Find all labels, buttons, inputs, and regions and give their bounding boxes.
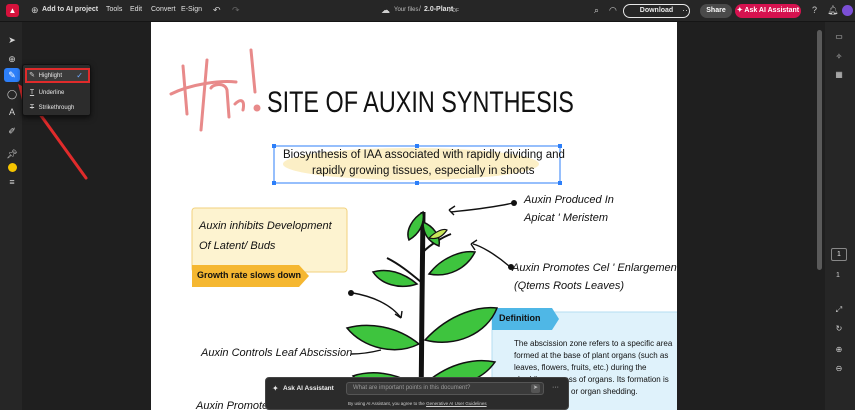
definition-label: Definition [499,313,541,323]
breadcrumb-your-files[interactable]: Your files [394,7,418,13]
highlighter-icon: ✎ [29,72,35,79]
menu-item-underline[interactable]: T Underline [27,86,89,99]
menu-item-strikethrough[interactable]: T Strikethrough [27,101,89,114]
checkmark-icon: ✓ [76,71,83,80]
ai-guidelines-link[interactable]: Generative AI User Guidelines [426,401,487,406]
redo-icon[interactable]: ↷ [232,5,240,15]
comments-icon[interactable]: ▭ [829,32,849,41]
ai-more-icon[interactable]: ··· [552,384,559,391]
definition-line-3: leaves, flowers, fruits, etc.) during th… [514,363,647,372]
fit-page-icon[interactable]: ⤢ [829,305,849,315]
zoom-in-icon[interactable]: ⊕ [829,345,849,354]
notifications-icon[interactable]: 🔔︎ [827,5,838,15]
more-options-icon[interactable]: ··· [682,5,691,15]
ai-question-placeholder: What are important points in this docume… [353,385,471,391]
growth-rate-text: Growth rate slows down [197,270,302,280]
menu-item-label: Underline [38,90,65,96]
definition-line-2: formed at the base of plant organs (such… [514,351,669,360]
cloud-icon: ☁ [381,5,390,15]
menu-edit[interactable]: Edit [130,6,142,13]
menu-esign[interactable]: E-Sign [181,6,202,13]
subtitle-line-2[interactable]: rapidly growing tissues, especially in s… [312,165,534,177]
avatar[interactable] [842,5,853,16]
inhibits-line-2: Of Latent/ Buds [199,240,276,252]
strikethrough-icon: T [29,104,35,111]
ai-assistant-title: Ask AI Assistant [283,385,334,392]
definition-line-5: or organ shedding. [571,387,638,396]
ai-disclaimer: By using AI Assistant, you agree to the … [348,401,487,406]
inhibits-line-1: Auxin inhibits Development [199,220,332,232]
scroll-thumb[interactable] [817,30,822,270]
underline-icon: T [29,89,35,96]
page-total: 1 [836,272,840,279]
ai-assistant-panel: ✦ Ask AI Assistant What are important po… [265,377,569,410]
definition-line-1: The abscission zone refers to a specific… [514,339,673,348]
page-title: SITE OF AUXIN SYNTHESIS [267,86,574,119]
ask-ai-assistant-label: Ask AI Assistant [744,7,800,14]
controls-text: Auxin Controls Leaf Abscission [201,347,353,359]
vertical-scrollbar[interactable] [815,22,825,410]
menu-item-label: Highlight [38,73,63,79]
menu-item-label: Strikethrough [38,105,75,111]
refresh-icon[interactable]: ↻ [829,324,849,333]
ai-disclaimer-text: By using AI Assistant, you agree to the [348,401,425,406]
menu-convert[interactable]: Convert [151,6,176,13]
pdf-page: SITE OF AUXIN SYNTHESIS Biosynthesis of … [151,22,677,410]
page-current-box[interactable]: 1 [831,248,847,261]
ai-assistant-icon: ✦ [736,7,743,14]
promotes-line-1: Auxin Promotes Cel ' Enlargement [512,262,677,274]
share-button[interactable]: Share [700,4,732,18]
headphones-icon[interactable]: ◠ [609,5,617,15]
thumbnails-icon[interactable]: ▦ [829,70,849,79]
promote-partial-text: Auxin Promote [196,400,269,410]
handwritten-hi-annotation [169,48,261,132]
search-icon[interactable]: ⌕ [594,5,599,15]
ai-assistant-icon: ✦ [272,384,279,393]
ask-ai-assistant-button[interactable]: ✦ Ask AI Assistant [735,4,801,18]
subtitle-line-1[interactable]: Biosynthesis of IAA associated with rapi… [283,149,565,161]
file-type: PDF [449,8,459,14]
promotes-line-2: (Qtems Roots Leaves) [514,280,625,292]
send-icon[interactable]: ➤ [531,384,540,393]
download-button[interactable]: Download [623,4,690,18]
undo-icon[interactable]: ↶ [213,5,221,15]
produced-line-1: Auxin Produced In [524,194,614,206]
ai-question-input[interactable]: What are important points in this docume… [346,382,544,395]
menu-item-highlight[interactable]: ✎ Highlight ✓ [25,68,90,83]
help-icon[interactable]: ? [812,5,817,15]
ai-sparkle-icon[interactable]: ✧ [829,52,849,61]
zoom-out-icon[interactable]: ⊖ [829,364,849,373]
produced-line-2: Apicat ' Meristem [524,212,609,224]
breadcrumb-separator: / [419,6,421,13]
markup-dropdown-menu: ✎ Highlight ✓ T Underline T Strikethroug… [22,64,91,116]
